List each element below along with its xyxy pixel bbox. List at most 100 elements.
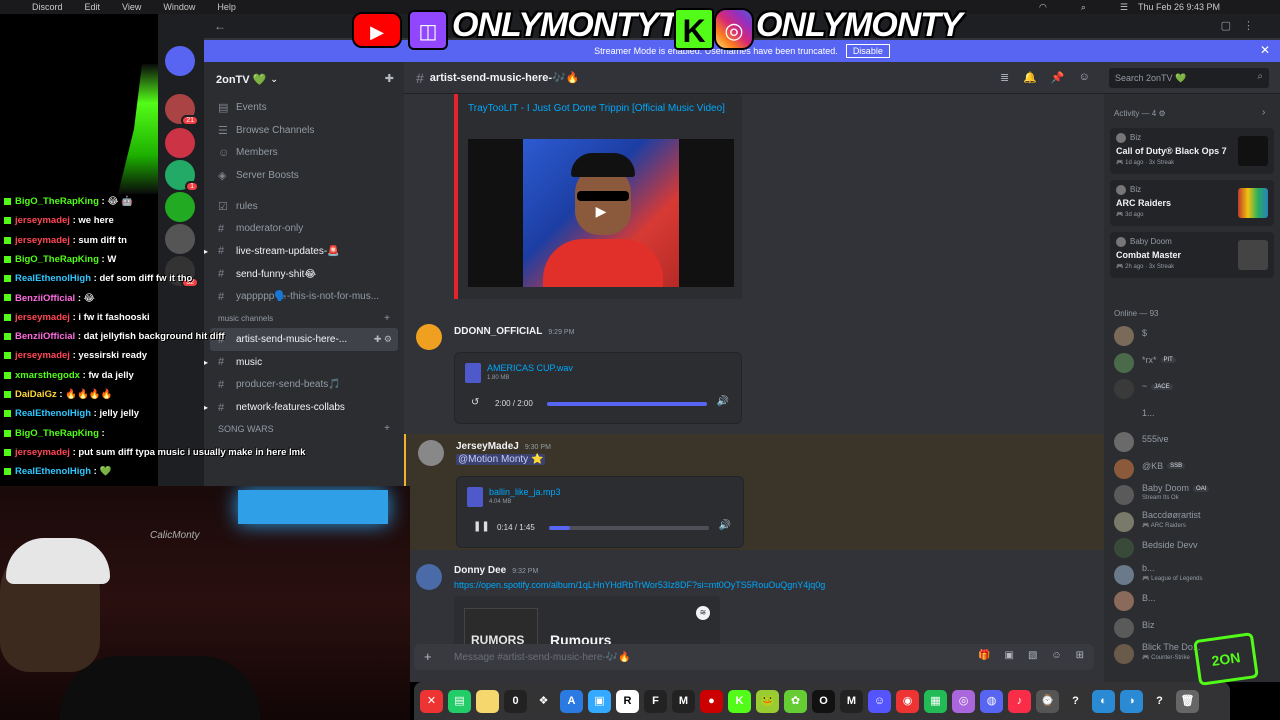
member-row[interactable]: 1...: [1114, 404, 1274, 428]
member-list: Activity — 4 ⚙ › Biz Call of Duty® Black …: [1104, 94, 1280, 682]
avatar[interactable]: [416, 564, 442, 590]
member-row[interactable]: ~ JACE: [1114, 377, 1274, 401]
dock-app-icon[interactable]: ✕: [420, 689, 443, 713]
dock-app-icon[interactable]: 🐸: [756, 689, 779, 713]
member-row[interactable]: b... 🎮 League of Legends: [1114, 563, 1274, 587]
volume-icon[interactable]: 🔊: [717, 396, 729, 407]
home-discord-icon[interactable]: [165, 46, 195, 76]
apps-icon[interactable]: ⊞: [1076, 650, 1084, 661]
dock-app-icon[interactable]: ◎: [952, 689, 975, 713]
member-list-icon[interactable]: ☺: [1079, 71, 1090, 84]
sidebar-item-events[interactable]: ▤ Events: [210, 96, 398, 119]
menu-view[interactable]: View: [122, 2, 141, 12]
embed-title-link[interactable]: TrayTooLIT - I Just Got Done Trippin [Of…: [468, 102, 728, 116]
dock-app-icon[interactable]: ✿: [784, 689, 807, 713]
help-icon[interactable]: ⋮: [1243, 19, 1254, 32]
attach-plus-icon[interactable]: +: [424, 649, 432, 664]
dock-app-icon[interactable]: ◑: [1120, 689, 1143, 713]
dock-app-icon[interactable]: 0: [504, 689, 527, 713]
activity-card[interactable]: Biz Call of Duty® Black Ops 7 🎮 1d ago ·…: [1110, 128, 1274, 174]
avatar[interactable]: [416, 324, 442, 350]
threads-icon[interactable]: ≣: [1000, 71, 1009, 84]
message-author[interactable]: Donny Dee 9:32 PM: [454, 565, 538, 576]
menu-window[interactable]: Window: [163, 2, 195, 12]
play-icon[interactable]: ▶: [589, 203, 613, 223]
member-row[interactable]: *rx* PIT: [1114, 351, 1274, 375]
dock-app-icon[interactable]: ?: [1148, 689, 1171, 713]
dock-app-icon[interactable]: ●: [700, 689, 723, 713]
dock-app-icon[interactable]: K: [728, 689, 751, 713]
dock-app-icon[interactable]: ▦: [924, 689, 947, 713]
member-row[interactable]: Baby Doom OAI Stream Its Ok: [1114, 483, 1274, 507]
dock-app-icon[interactable]: A: [560, 689, 583, 713]
member-row[interactable]: B...: [1114, 589, 1274, 613]
control-center-icon[interactable]: ☰: [1120, 2, 1128, 13]
search-icon[interactable]: ⌕: [1081, 2, 1086, 13]
album-title[interactable]: Rumours: [550, 632, 611, 644]
gift-icon[interactable]: 🎁: [978, 650, 990, 661]
member-row[interactable]: 555ive: [1114, 430, 1274, 454]
sidebar-item-server-boosts[interactable]: ◈ Server Boosts: [210, 164, 398, 187]
bell-icon[interactable]: 🔔: [1023, 71, 1037, 84]
menubar-clock[interactable]: Thu Feb 26 9:43 PM: [1138, 2, 1220, 12]
member-row[interactable]: @KB SSB: [1114, 457, 1274, 481]
dock-app-icon[interactable]: ◍: [980, 689, 1003, 713]
inbox-icon[interactable]: ▢: [1221, 19, 1231, 32]
sticker-icon[interactable]: ▧: [1028, 650, 1037, 661]
user-mention[interactable]: @Motion Monty ⭐: [456, 454, 546, 465]
member-row[interactable]: Bedside Devv: [1114, 536, 1274, 560]
activity-card[interactable]: Biz ARC Raiders 🎮 3d ago: [1110, 180, 1274, 226]
menu-edit[interactable]: Edit: [85, 2, 101, 12]
close-icon[interactable]: ✕: [1260, 43, 1270, 57]
message-composer[interactable]: + Message #artist-send-music-here-🎶🔥 🎁 ▣…: [414, 644, 1094, 670]
server-icon[interactable]: [165, 128, 195, 158]
album-art[interactable]: RUMORS: [464, 608, 538, 644]
sidebar-item-members[interactable]: ☺ Members: [210, 141, 398, 164]
audio-progress-bar[interactable]: [549, 526, 709, 530]
dock-app-icon[interactable]: R: [616, 689, 639, 713]
search-input[interactable]: Search 2onTV 💚 ⌕: [1109, 68, 1269, 88]
volume-icon[interactable]: 🔊: [719, 520, 731, 531]
file-name-link[interactable]: ballin_like_ja.mp3: [489, 487, 561, 497]
menu-help[interactable]: Help: [217, 2, 236, 12]
dock-app-icon[interactable]: [476, 689, 499, 713]
dock-app-icon[interactable]: ⌚: [1036, 689, 1059, 713]
message-author[interactable]: JerseyMadeJ 9:30 PM: [456, 441, 551, 452]
back-arrow-icon[interactable]: ←: [214, 19, 226, 33]
pin-icon[interactable]: 📌: [1051, 71, 1065, 84]
dock-app-icon[interactable]: M: [672, 689, 695, 713]
member-row[interactable]: Baccdøøṛartist 🎮 ARC Raiders: [1114, 510, 1274, 534]
gif-icon[interactable]: ▣: [1004, 650, 1013, 661]
audio-progress-bar[interactable]: [547, 402, 707, 406]
dock-app-icon[interactable]: ♪: [1008, 689, 1031, 713]
spotify-link[interactable]: https://open.spotify.com/album/1qLHnYHdR…: [454, 580, 825, 590]
dock-app-icon[interactable]: ◉: [896, 689, 919, 713]
wifi-icon[interactable]: ◠: [1039, 2, 1047, 13]
menu-discord[interactable]: Discord: [32, 2, 63, 12]
dock-app-icon[interactable]: F: [644, 689, 667, 713]
avatar[interactable]: [418, 440, 444, 466]
dock-app-icon[interactable]: ❖: [532, 689, 555, 713]
invite-icon[interactable]: ✚: [385, 72, 394, 85]
file-name-link[interactable]: AMERICAS CUP.wav: [487, 363, 573, 373]
activity-card[interactable]: Baby Doom Combat Master 🎮 2h ago · 3x St…: [1110, 232, 1274, 278]
server-header[interactable]: 2onTV 💚 ⌄ ✚: [204, 62, 404, 96]
server-icon[interactable]: 21: [165, 94, 199, 126]
dock-app-icon[interactable]: O: [812, 689, 835, 713]
video-thumbnail[interactable]: ▶: [468, 139, 734, 287]
pause-icon[interactable]: ❚❚: [473, 521, 490, 532]
dock-app-icon[interactable]: M: [840, 689, 863, 713]
dock-app-icon[interactable]: 🗑: [1176, 689, 1199, 713]
dock-app-icon[interactable]: ?: [1064, 689, 1087, 713]
dock-app-icon[interactable]: ☺: [868, 689, 891, 713]
sidebar-item-browse-channels[interactable]: ☰ Browse Channels: [210, 119, 398, 142]
message-author[interactable]: DDONN_OFFICIAL 9:29 PM: [454, 326, 574, 337]
dock-app-icon[interactable]: ◐: [1092, 689, 1115, 713]
chevron-right-icon[interactable]: ›: [1262, 107, 1265, 118]
server-icon[interactable]: 1: [165, 160, 199, 192]
emoji-icon[interactable]: ☺: [1051, 650, 1061, 661]
dock-app-icon[interactable]: ▤: [448, 689, 471, 713]
dock-app-icon[interactable]: ▣: [588, 689, 611, 713]
replay-icon[interactable]: ↺: [471, 397, 479, 408]
member-row[interactable]: $: [1114, 324, 1274, 348]
